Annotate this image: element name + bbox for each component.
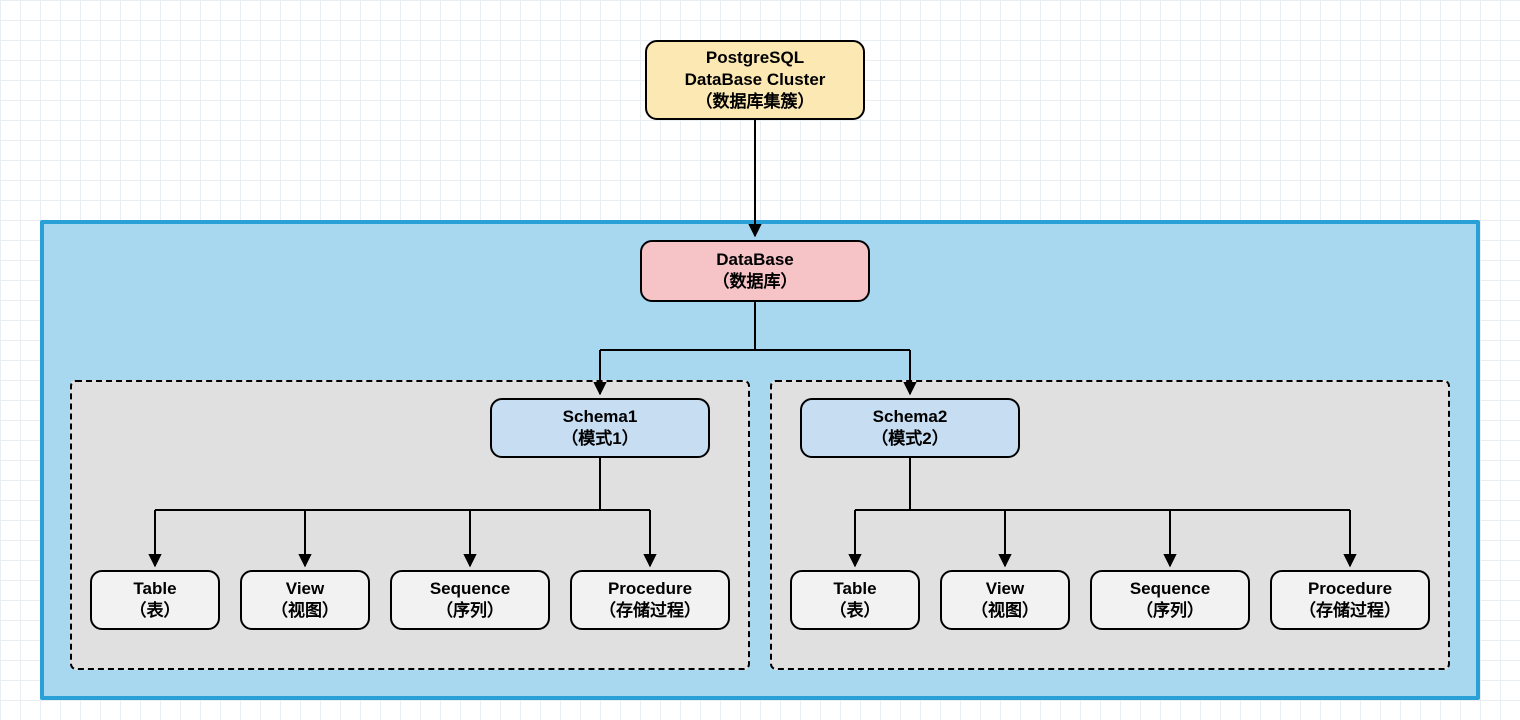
s1-procedure-node: Procedure （存储过程） xyxy=(570,570,730,630)
diagram-canvas: PostgreSQL DataBase Cluster （数据库集簇） Data… xyxy=(0,0,1520,720)
s1-sequence-title: Sequence xyxy=(430,578,510,600)
schema2-node: Schema2 （模式2） xyxy=(800,398,1020,458)
s2-sequence-title: Sequence xyxy=(1130,578,1210,600)
s2-view-node: View （视图） xyxy=(940,570,1070,630)
s1-procedure-cn: （存储过程） xyxy=(599,600,701,622)
schema1-node: Schema1 （模式1） xyxy=(490,398,710,458)
cluster-node: PostgreSQL DataBase Cluster （数据库集簇） xyxy=(645,40,865,120)
database-node: DataBase （数据库） xyxy=(640,240,870,302)
s2-view-cn: （视图） xyxy=(971,600,1039,622)
schema1-title: Schema1 xyxy=(563,406,638,428)
s2-table-node: Table （表） xyxy=(790,570,920,630)
s2-procedure-cn: （存储过程） xyxy=(1299,600,1401,622)
s1-sequence-cn: （序列） xyxy=(436,600,504,622)
s2-table-title: Table xyxy=(833,578,876,600)
schema2-cn: （模式2） xyxy=(871,428,948,450)
schema2-title: Schema2 xyxy=(873,406,948,428)
s1-view-node: View （视图） xyxy=(240,570,370,630)
s2-view-title: View xyxy=(986,578,1024,600)
s1-sequence-node: Sequence （序列） xyxy=(390,570,550,630)
s2-sequence-cn: （序列） xyxy=(1136,600,1204,622)
s1-table-title: Table xyxy=(133,578,176,600)
s2-procedure-node: Procedure （存储过程） xyxy=(1270,570,1430,630)
schema1-cn: （模式1） xyxy=(561,428,638,450)
s1-procedure-title: Procedure xyxy=(608,578,692,600)
s2-sequence-node: Sequence （序列） xyxy=(1090,570,1250,630)
s1-table-node: Table （表） xyxy=(90,570,220,630)
cluster-title: PostgreSQL xyxy=(706,47,804,69)
cluster-cn: （数据库集簇） xyxy=(696,91,815,113)
s2-procedure-title: Procedure xyxy=(1308,578,1392,600)
database-title: DataBase xyxy=(716,249,794,271)
s1-view-cn: （视图） xyxy=(271,600,339,622)
cluster-subtitle: DataBase Cluster xyxy=(685,69,826,91)
s1-table-cn: （表） xyxy=(130,600,181,622)
s1-view-title: View xyxy=(286,578,324,600)
database-cn: （数据库） xyxy=(713,271,798,293)
s2-table-cn: （表） xyxy=(830,600,881,622)
